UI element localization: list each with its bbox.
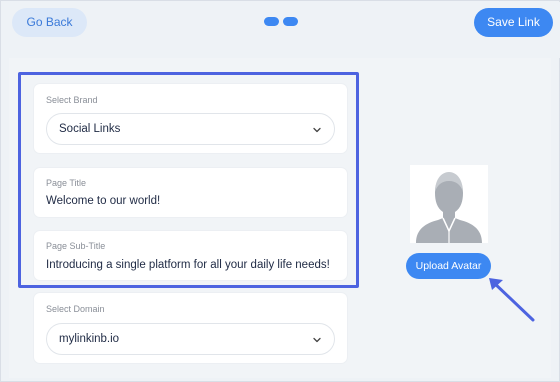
highlight-outline — [18, 72, 359, 288]
upload-avatar-button[interactable]: Upload Avatar — [406, 253, 491, 279]
domain-select[interactable]: mylinkinb.io — [46, 323, 335, 355]
select-domain-label: Select Domain — [46, 304, 105, 314]
save-link-button[interactable]: Save Link — [474, 8, 553, 37]
avatar — [410, 165, 488, 243]
step-dot-2[interactable] — [283, 17, 298, 26]
select-domain-card: Select Domain mylinkinb.io — [34, 293, 347, 363]
chevron-down-icon — [313, 337, 321, 343]
user-silhouette-icon — [410, 165, 488, 243]
domain-select-value: mylinkinb.io — [59, 333, 120, 345]
top-bar: Go Back Save Link — [2, 2, 560, 58]
step-dot-1[interactable] — [264, 17, 279, 26]
pointer-arrow-icon — [489, 278, 535, 322]
go-back-button[interactable]: Go Back — [12, 8, 87, 37]
